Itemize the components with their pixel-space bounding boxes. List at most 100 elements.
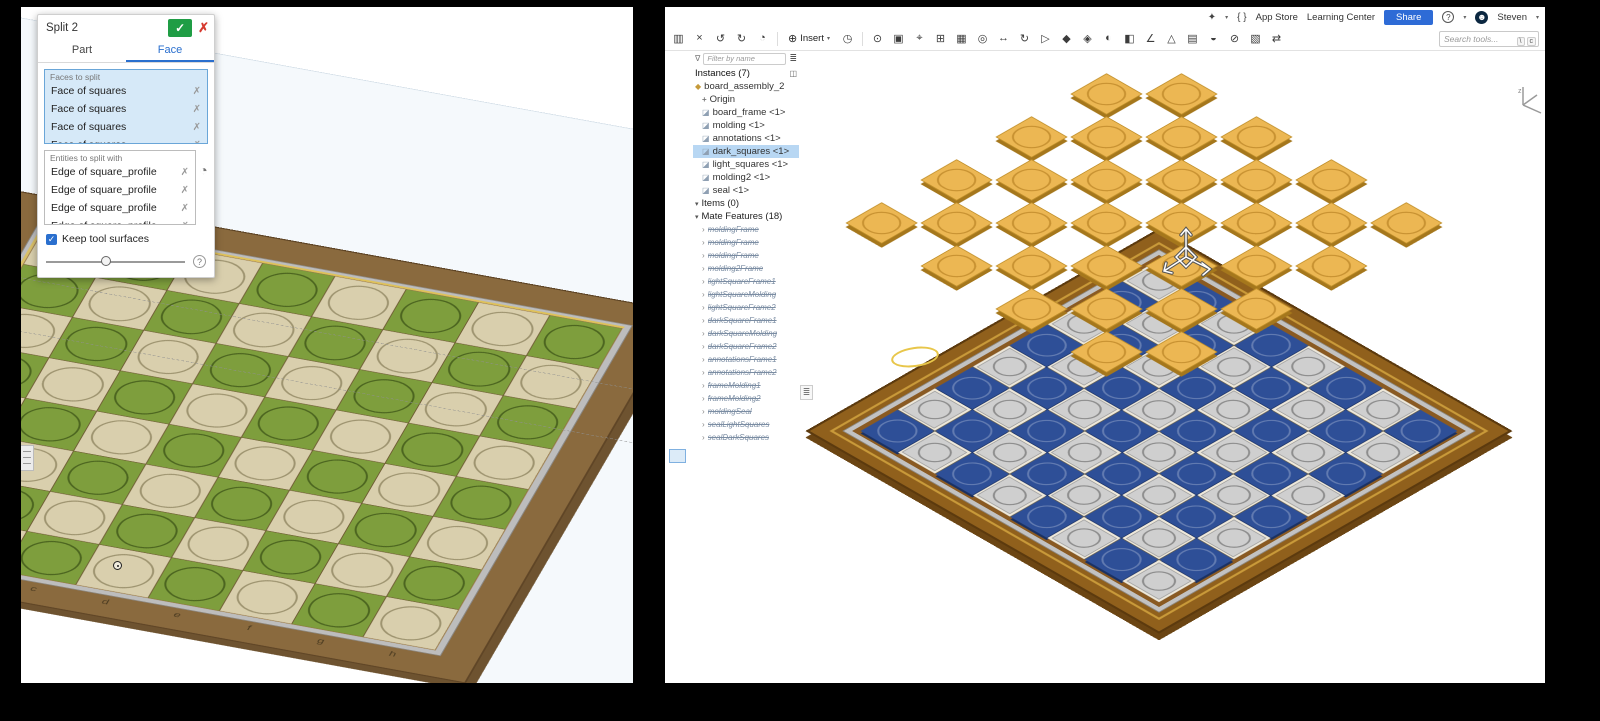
- edge-selection-item[interactable]: Edge of square_profile✗: [45, 217, 195, 225]
- mate-connector-triad-icon[interactable]: [1151, 219, 1221, 289]
- tab-face[interactable]: Face: [126, 41, 214, 62]
- search-tools-input[interactable]: [1440, 34, 1517, 44]
- mate-feature-item[interactable]: ›molding2Frame: [693, 262, 799, 275]
- history-clock-icon[interactable]: ◷: [840, 32, 855, 45]
- confirm-button[interactable]: ✓: [168, 19, 192, 37]
- section-view-icon[interactable]: ◧: [1122, 32, 1137, 45]
- help-icon[interactable]: ?: [1442, 11, 1454, 23]
- pattern-icon[interactable]: ▧: [1248, 32, 1263, 45]
- mate-features-section[interactable]: ▾ Mate Features (18): [693, 210, 799, 223]
- mate-feature-item[interactable]: ›moldingSeal: [693, 405, 799, 418]
- filter-by-name-input[interactable]: [703, 53, 786, 65]
- learning-center-link[interactable]: Learning Center: [1307, 12, 1375, 23]
- items-section[interactable]: ▾ Items (0): [693, 197, 799, 210]
- remove-icon[interactable]: ✗: [193, 140, 201, 145]
- code-icon[interactable]: { }: [1237, 12, 1246, 23]
- group-icon[interactable]: ▣: [891, 32, 906, 45]
- panel-drag-handle[interactable]: ≣: [800, 385, 813, 400]
- selection-options-icon[interactable]: ◔: [196, 163, 211, 178]
- app-store-link[interactable]: App Store: [1256, 12, 1298, 23]
- help-icon[interactable]: ?: [193, 255, 206, 268]
- tree-item-seal[interactable]: ◪seal <1>: [693, 184, 799, 197]
- tree-item-annotations[interactable]: ◪annotations <1>: [693, 132, 799, 145]
- rotate-part-icon[interactable]: ↻: [1017, 32, 1032, 45]
- tree-item-board_frame[interactable]: ◪board_frame <1>: [693, 106, 799, 119]
- animate-icon[interactable]: ▷: [1038, 32, 1053, 45]
- origin-marker[interactable]: [113, 561, 122, 570]
- panel-toggle-icon[interactable]: ▥: [671, 32, 686, 45]
- mate-feature-item[interactable]: ›annotationsFrame1: [693, 353, 799, 366]
- tree-item-molding[interactable]: ◪molding <1>: [693, 119, 799, 132]
- ai-sparkle-icon[interactable]: ✦: [1208, 12, 1216, 23]
- document-thumbnail-icon[interactable]: [669, 449, 686, 463]
- mate-icon[interactable]: ⊙: [870, 32, 885, 45]
- mate-feature-item[interactable]: ›darkSquareFrame2: [693, 340, 799, 353]
- remove-icon[interactable]: ✗: [181, 167, 189, 178]
- mate-feature-item[interactable]: ›frameMolding2: [693, 392, 799, 405]
- remove-icon[interactable]: ✗: [193, 122, 201, 133]
- edge-selection-item[interactable]: Edge of square_profile✗: [45, 163, 195, 181]
- tab-part[interactable]: Part: [38, 41, 126, 62]
- user-avatar[interactable]: ☻: [1475, 11, 1488, 24]
- mate-feature-item[interactable]: ›darkSquareMolding: [693, 327, 799, 340]
- remove-icon[interactable]: ✗: [181, 221, 189, 226]
- slider-handle[interactable]: [101, 256, 111, 266]
- remove-icon[interactable]: ✗: [193, 104, 201, 115]
- side-panel-handle[interactable]: [21, 445, 34, 471]
- instances-options-icon[interactable]: ◫: [789, 69, 797, 78]
- remove-icon[interactable]: ✗: [181, 203, 189, 214]
- mate-feature-item[interactable]: ›lightSquareFrame1: [693, 275, 799, 288]
- tree-item-molding2[interactable]: ◪molding2 <1>: [693, 171, 799, 184]
- mass-properties-icon[interactable]: △: [1164, 32, 1179, 45]
- opacity-slider[interactable]: [46, 261, 185, 263]
- remove-icon[interactable]: ✗: [181, 185, 189, 196]
- appearance-icon[interactable]: ◒: [1206, 32, 1221, 45]
- list-view-icon[interactable]: ≣: [789, 53, 797, 64]
- bulk-mate-icon[interactable]: ⊞: [933, 32, 948, 45]
- tree-root-assembly[interactable]: ◆ board_assembly_2: [693, 80, 799, 93]
- close-panel-icon[interactable]: ×: [692, 32, 707, 45]
- face-selection-item[interactable]: Face of squares✗: [45, 100, 207, 118]
- hole-icon[interactable]: ⊘: [1227, 32, 1242, 45]
- undo-icon[interactable]: ↺: [713, 32, 728, 45]
- rollback-icon[interactable]: ◔: [755, 32, 770, 45]
- face-selection-item[interactable]: Face of squares✗: [45, 136, 207, 144]
- mate-feature-item[interactable]: ›darkSquareFrame1: [693, 314, 799, 327]
- face-selection-item[interactable]: Face of squares✗: [45, 82, 207, 100]
- bom-icon[interactable]: ▤: [1185, 32, 1200, 45]
- face-selection-item[interactable]: Face of squares✗: [45, 118, 207, 136]
- assembly-viewport[interactable]: z ≣: [799, 51, 1545, 683]
- cancel-button[interactable]: ✗: [198, 20, 209, 36]
- edge-selection-item[interactable]: Edge of square_profile✗: [45, 199, 195, 217]
- tree-item-light_squares[interactable]: ◪light_squares <1>: [693, 158, 799, 171]
- edge-selection-item[interactable]: Edge of square_profile✗: [45, 181, 195, 199]
- remove-icon[interactable]: ✗: [193, 86, 201, 97]
- mate-feature-item[interactable]: ›sealDarkSquares: [693, 431, 799, 444]
- replicate-icon[interactable]: ▦: [954, 32, 969, 45]
- mate-feature-item[interactable]: ›moldingFrame: [693, 249, 799, 262]
- entities-to-split-box[interactable]: Entities to split with Edge of square_pr…: [44, 150, 196, 225]
- mate-feature-item[interactable]: ›frameMolding1: [693, 379, 799, 392]
- mate-feature-item[interactable]: ›moldingFrame: [693, 236, 799, 249]
- redo-icon[interactable]: ↻: [734, 32, 749, 45]
- measure-icon[interactable]: ∠: [1143, 32, 1158, 45]
- mate-feature-item[interactable]: ›lightSquareFrame2: [693, 301, 799, 314]
- named-positions-icon[interactable]: ◈: [1080, 32, 1095, 45]
- display-states-icon[interactable]: ◐: [1101, 32, 1116, 45]
- move-part-icon[interactable]: ↔: [996, 32, 1011, 45]
- snap-mode-icon[interactable]: ◎: [975, 32, 990, 45]
- mate-connector-icon[interactable]: ⌖: [912, 32, 927, 45]
- insert-button[interactable]: ⊕ Insert ▾: [785, 31, 833, 46]
- exploded-view-icon[interactable]: ◆: [1059, 32, 1074, 45]
- mate-feature-item[interactable]: ›moldingFrame: [693, 223, 799, 236]
- tree-item-dark_squares[interactable]: ◪dark_squares <1>: [693, 145, 799, 158]
- share-button[interactable]: Share: [1384, 10, 1433, 25]
- view-axes-indicator[interactable]: z: [1517, 83, 1543, 123]
- tree-item-origin[interactable]: +Origin: [693, 93, 799, 106]
- faces-to-split-box[interactable]: Faces to split Face of squares✗Face of s…: [44, 69, 208, 144]
- mate-feature-item[interactable]: ›lightSquareMolding: [693, 288, 799, 301]
- user-name[interactable]: Steven: [1497, 12, 1527, 23]
- mate-feature-item[interactable]: ›annotationsFrame2: [693, 366, 799, 379]
- mate-feature-item[interactable]: ›sealLightSquares: [693, 418, 799, 431]
- configurations-icon[interactable]: ⇄: [1269, 32, 1284, 45]
